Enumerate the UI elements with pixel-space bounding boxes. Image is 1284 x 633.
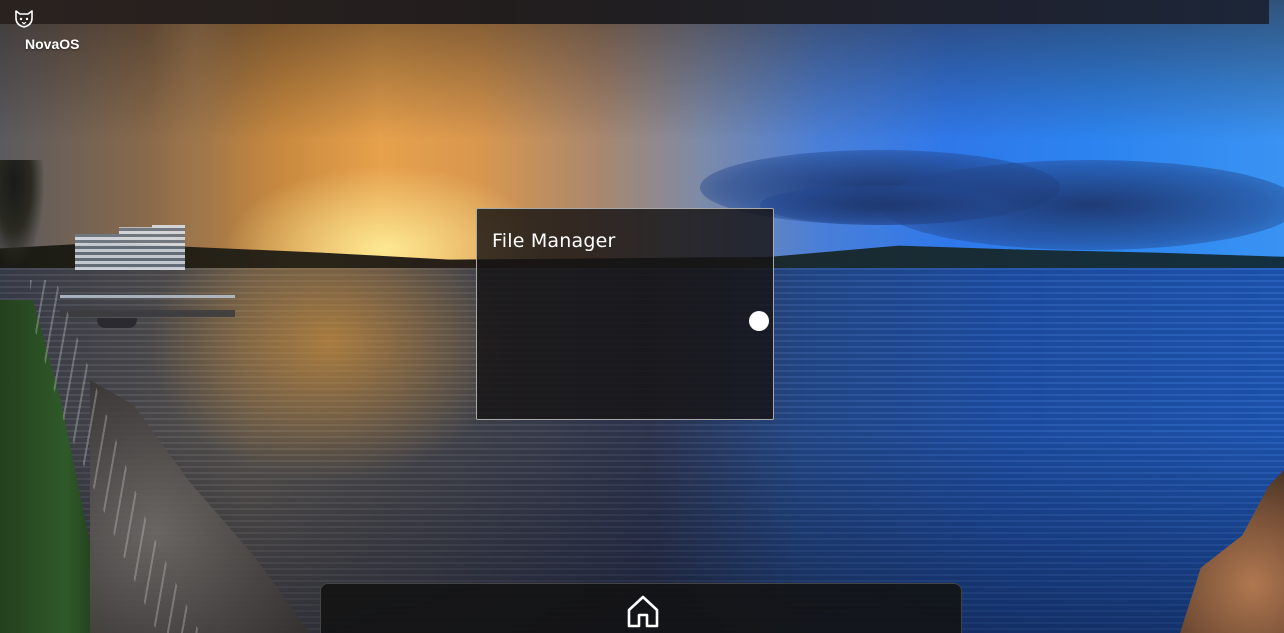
wallpaper-boat	[97, 318, 137, 328]
wallpaper-rain-curtain	[150, 0, 240, 262]
home-icon	[627, 595, 659, 628]
wallpaper-cloud	[760, 185, 1010, 225]
file-manager-window[interactable]: File Manager	[476, 208, 774, 420]
wallpaper-palm-tree	[0, 160, 45, 270]
dock	[320, 583, 962, 633]
window-title: File Manager	[492, 230, 616, 252]
fox-icon-graphic	[15, 10, 33, 28]
wallpaper-jetty	[60, 295, 235, 323]
circle-handle-icon[interactable]	[749, 311, 769, 331]
fox-icon[interactable]	[13, 8, 35, 30]
os-name-label: NovaOS	[25, 36, 80, 52]
top-bar	[0, 0, 1269, 24]
home-button[interactable]	[625, 593, 661, 629]
desktop: NovaOS File Manager	[0, 0, 1284, 633]
